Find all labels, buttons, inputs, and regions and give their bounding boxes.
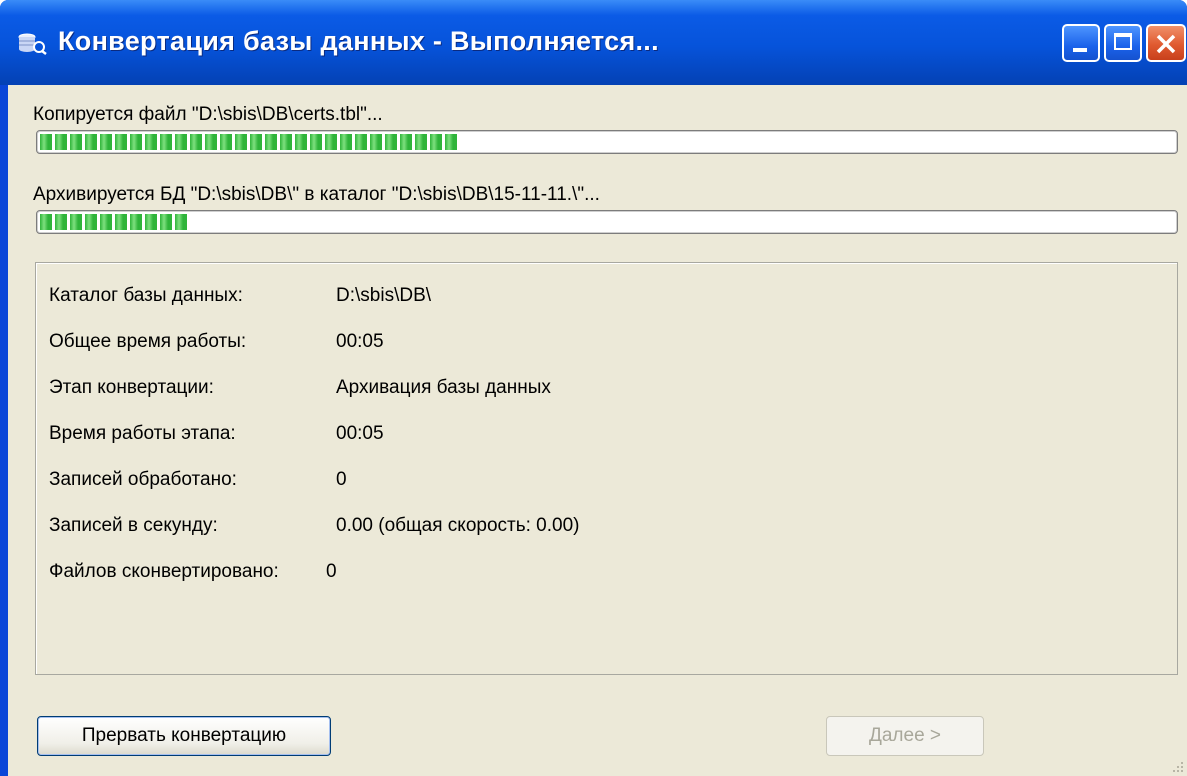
- archive-progress-fill: [40, 214, 187, 230]
- info-value-db-dir: D:\sbis\DB\: [336, 285, 432, 306]
- abort-conversion-button[interactable]: Прервать конвертацию: [37, 716, 331, 756]
- close-icon: [1156, 34, 1176, 54]
- maximize-button[interactable]: [1104, 24, 1142, 62]
- info-value-stage-time: 00:05: [336, 423, 384, 444]
- minimize-icon: [1073, 48, 1087, 52]
- info-label-stage: Этап конвертации:: [49, 377, 214, 398]
- maximize-icon: [1114, 33, 1132, 50]
- minimize-button[interactable]: [1062, 24, 1100, 62]
- dialog-body: Копируется файл "D:\sbis\DB\certs.tbl"..…: [8, 85, 1187, 776]
- info-panel: Каталог базы данных: D:\sbis\DB\ Общее в…: [35, 262, 1178, 675]
- resize-grip-icon[interactable]: [1171, 760, 1185, 774]
- info-value-stage: Архивация базы данных: [336, 377, 551, 398]
- file-progress-label: Копируется файл "D:\sbis\DB\certs.tbl"..…: [33, 104, 383, 125]
- title-bar[interactable]: Конвертация базы данных - Выполняется...: [0, 0, 1187, 85]
- database-icon: [18, 33, 48, 55]
- archive-progress-label: Архивируется БД "D:\sbis\DB\" в каталог …: [33, 184, 600, 205]
- info-label-records-per-sec: Записей в секунду:: [49, 515, 218, 536]
- info-value-records-processed: 0: [336, 469, 347, 490]
- next-button[interactable]: Далее >: [826, 716, 984, 756]
- info-label-files-converted: Файлов сконвертировано:: [49, 561, 279, 582]
- info-label-db-dir: Каталог базы данных:: [49, 285, 243, 306]
- close-button[interactable]: [1146, 24, 1186, 62]
- window-title: Конвертация базы данных - Выполняется...: [58, 26, 659, 56]
- dialog-window: Конвертация базы данных - Выполняется...…: [0, 0, 1187, 776]
- info-label-stage-time: Время работы этапа:: [49, 423, 236, 444]
- info-label-total-time: Общее время работы:: [49, 331, 247, 352]
- info-value-records-per-sec: 0.00 (общая скорость: 0.00): [336, 515, 580, 536]
- info-label-records-processed: Записей обработано:: [49, 469, 237, 490]
- archive-progress-bar: [36, 210, 1178, 234]
- info-value-files-converted: 0: [326, 561, 337, 582]
- info-value-total-time: 00:05: [336, 331, 384, 352]
- file-progress-fill: [40, 134, 457, 150]
- file-progress-bar: [36, 130, 1178, 154]
